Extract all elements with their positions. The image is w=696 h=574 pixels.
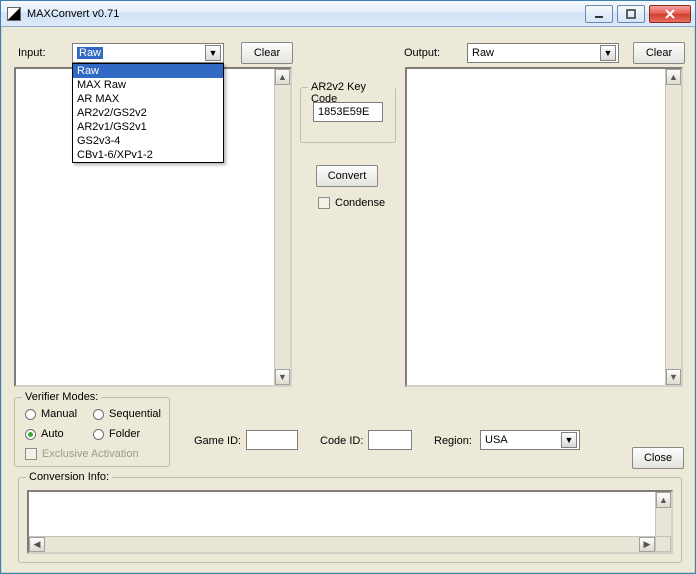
scroll-right-icon[interactable]: ▶ [639, 537, 655, 552]
condense-label: Condense [335, 197, 385, 209]
keycode-value: 1853E59E [318, 106, 369, 118]
chevron-down-icon[interactable]: ▼ [205, 45, 221, 61]
verifier-legend: Verifier Modes: [22, 391, 101, 403]
codeid-label: Code ID: [320, 435, 363, 447]
verifier-manual-radio[interactable]: Manual [25, 408, 77, 420]
convinfo-scrollbar-h[interactable]: ◀ ▶ [29, 536, 655, 552]
scroll-down-icon[interactable]: ▼ [666, 369, 681, 385]
window-title: MAXConvert v0.71 [27, 8, 585, 20]
verifier-auto-label: Auto [41, 428, 64, 440]
output-format-select[interactable]: Raw ▼ [467, 43, 619, 63]
dropdown-option[interactable]: CBv1-6/XPv1-2 [73, 148, 223, 162]
app-window: MAXConvert v0.71 Input: Raw ▼ Raw MAX Ra… [0, 0, 696, 574]
verifier-folder-radio[interactable]: Folder [93, 428, 140, 440]
output-label: Output: [404, 47, 440, 59]
conversion-info-legend: Conversion Info: [26, 471, 112, 483]
radio-icon [93, 429, 104, 440]
verifier-sequential-label: Sequential [109, 408, 161, 420]
output-scrollbar[interactable]: ▲ ▼ [665, 69, 681, 385]
region-label: Region: [434, 435, 472, 447]
keycode-input[interactable]: 1853E59E [313, 102, 383, 122]
dropdown-option[interactable]: Raw [73, 64, 223, 78]
codeid-input[interactable] [368, 430, 412, 450]
verifier-auto-radio[interactable]: Auto [25, 428, 64, 440]
verifier-manual-label: Manual [41, 408, 77, 420]
region-value: USA [485, 434, 508, 446]
scroll-up-icon[interactable]: ▲ [275, 69, 290, 85]
verifier-folder-label: Folder [109, 428, 140, 440]
scroll-up-icon[interactable]: ▲ [656, 492, 671, 508]
close-button[interactable]: Close [632, 447, 684, 469]
radio-icon [25, 409, 36, 420]
checkbox-icon [318, 197, 330, 209]
scroll-up-icon[interactable]: ▲ [666, 69, 681, 85]
input-format-dropdown[interactable]: Raw MAX Raw AR MAX AR2v2/GS2v2 AR2v1/GS2… [72, 63, 224, 163]
input-scrollbar[interactable]: ▲ ▼ [274, 69, 290, 385]
exclusive-activation-label: Exclusive Activation [42, 448, 139, 460]
conversion-info-textarea[interactable]: ▲ ▼ ◀ ▶ [27, 490, 673, 554]
minimize-button[interactable] [585, 5, 613, 23]
keycode-group: AR2v2 Key Code 1853E59E [300, 87, 396, 143]
verifier-sequential-radio[interactable]: Sequential [93, 408, 161, 420]
dropdown-option[interactable]: AR MAX [73, 92, 223, 106]
scroll-corner [655, 536, 671, 552]
chevron-down-icon[interactable]: ▼ [600, 45, 616, 61]
radio-icon [25, 429, 36, 440]
title-bar: MAXConvert v0.71 [1, 1, 695, 27]
app-icon [7, 7, 21, 21]
output-textarea[interactable]: ▲ ▼ [405, 67, 683, 387]
scroll-left-icon[interactable]: ◀ [29, 537, 45, 552]
condense-checkbox[interactable]: Condense [318, 197, 385, 209]
input-label: Input: [18, 47, 46, 59]
region-select[interactable]: USA ▼ [480, 430, 580, 450]
output-format-value: Raw [472, 47, 494, 59]
dropdown-option[interactable]: GS2v3-4 [73, 134, 223, 148]
clear-output-button[interactable]: Clear [633, 42, 685, 64]
verifier-modes-group: Verifier Modes: Manual Sequential Auto F… [14, 397, 170, 467]
dropdown-option[interactable]: AR2v1/GS2v1 [73, 120, 223, 134]
input-format-select[interactable]: Raw ▼ [72, 43, 224, 63]
clear-input-button[interactable]: Clear [241, 42, 293, 64]
close-window-button[interactable] [649, 5, 691, 23]
convert-button[interactable]: Convert [316, 165, 378, 187]
conversion-info-group: Conversion Info: ▲ ▼ ◀ ▶ [18, 477, 682, 563]
client-area: Input: Raw ▼ Raw MAX Raw AR MAX AR2v2/GS… [1, 27, 695, 573]
checkbox-icon [25, 448, 37, 460]
gameid-label: Game ID: [194, 435, 241, 447]
dropdown-option[interactable]: MAX Raw [73, 78, 223, 92]
dropdown-option[interactable]: AR2v2/GS2v2 [73, 106, 223, 120]
radio-icon [93, 409, 104, 420]
maximize-button[interactable] [617, 5, 645, 23]
exclusive-activation-checkbox: Exclusive Activation [25, 448, 139, 460]
input-format-value: Raw [77, 47, 103, 59]
gameid-input[interactable] [246, 430, 298, 450]
chevron-down-icon[interactable]: ▼ [561, 432, 577, 448]
scroll-down-icon[interactable]: ▼ [275, 369, 290, 385]
